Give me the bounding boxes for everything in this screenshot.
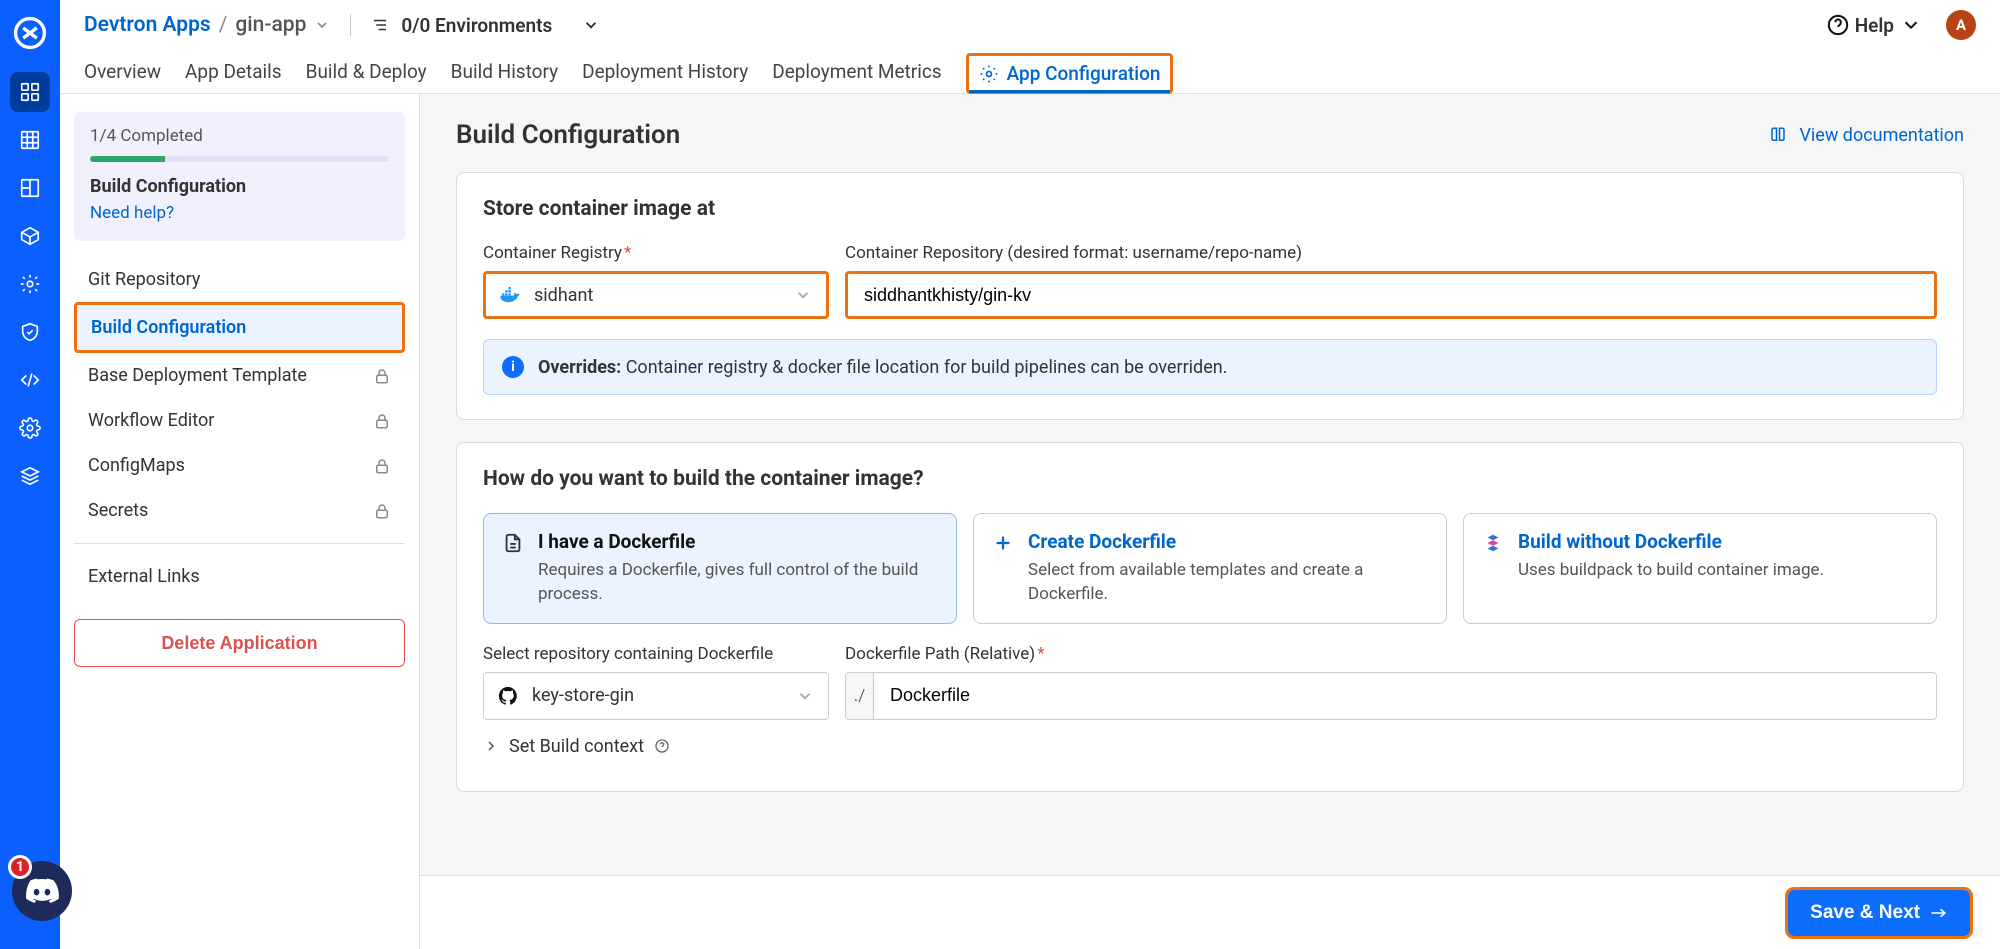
lock-icon (373, 457, 391, 475)
breadcrumb: Devtron Apps / gin-app (84, 13, 330, 37)
sidebar-item-base-deployment-template[interactable]: Base Deployment Template (74, 353, 405, 398)
path-label: Dockerfile Path (Relative)* (845, 644, 1937, 664)
tab-overview[interactable]: Overview (84, 50, 161, 93)
progress-bar (90, 156, 389, 162)
container-registry-select[interactable]: sidhant (483, 271, 829, 319)
store-image-card: Store container image at Container Regis… (456, 172, 1964, 420)
registry-label: Container Registry* (483, 243, 829, 263)
lock-icon (373, 367, 391, 385)
rail-settings-icon[interactable] (10, 408, 50, 448)
view-documentation-link[interactable]: View documentation (1767, 125, 1964, 146)
avatar[interactable]: A (1946, 10, 1976, 40)
dockerfile-path-input[interactable] (873, 672, 1937, 720)
main-panel: Build Configuration View documentation S… (420, 94, 2000, 949)
rail-cube-icon[interactable] (10, 216, 50, 256)
breadcrumb-app: gin-app (235, 13, 306, 37)
chevron-down-icon[interactable] (314, 17, 330, 33)
progress-title: Build Configuration (90, 176, 389, 197)
help-icon (654, 738, 670, 754)
delete-application-button[interactable]: Delete Application (74, 619, 405, 667)
env-selector[interactable]: 0/0 Environments (371, 14, 600, 37)
lock-icon (373, 412, 391, 430)
left-rail: 1 (0, 0, 60, 949)
discord-badge: 1 (8, 855, 32, 879)
plus-icon (992, 532, 1014, 607)
rail-gear-icon[interactable] (10, 264, 50, 304)
set-build-context-toggle[interactable]: Set Build context (483, 736, 1937, 757)
devtron-logo (13, 16, 47, 50)
help-button[interactable]: Help (1827, 14, 1922, 37)
option-create-dockerfile[interactable]: Create Dockerfile Select from available … (973, 513, 1447, 624)
build-method-card: How do you want to build the container i… (456, 442, 1964, 792)
rail-stack-icon[interactable] (10, 456, 50, 496)
tab-build-history[interactable]: Build History (451, 50, 558, 93)
gear-icon (979, 64, 999, 84)
store-heading: Store container image at (483, 197, 1937, 221)
footer-bar: Save & Next (420, 875, 2000, 949)
chevron-right-icon (483, 738, 499, 754)
tab-bar: Overview App Details Build & Deploy Buil… (60, 50, 2000, 94)
github-icon (498, 686, 518, 706)
container-repository-input[interactable] (845, 271, 1937, 319)
sidebar-item-git-repository[interactable]: Git Repository (74, 257, 405, 302)
docker-icon (500, 287, 520, 303)
save-next-button[interactable]: Save & Next (1788, 890, 1970, 936)
option-buildpack[interactable]: Build without Dockerfile Uses buildpack … (1463, 513, 1937, 624)
rail-code-icon[interactable] (10, 360, 50, 400)
need-help-link[interactable]: Need help? (90, 203, 389, 223)
overrides-banner: i Overrides: Container registry & docker… (483, 339, 1937, 395)
lock-icon (373, 502, 391, 520)
sidebar-item-build-configuration[interactable]: Build Configuration (74, 302, 405, 353)
tab-build-deploy[interactable]: Build & Deploy (306, 50, 427, 93)
config-sidebar: 1/4 Completed Build Configuration Need h… (60, 94, 420, 949)
build-heading: How do you want to build the container i… (483, 467, 1937, 491)
tab-deployment-history[interactable]: Deployment History (582, 50, 748, 93)
repo-label: Container Repository (desired format: us… (845, 243, 1937, 263)
path-prefix: ./ (845, 672, 873, 720)
top-bar: Devtron Apps / gin-app 0/0 Environments … (60, 0, 2000, 50)
rail-layout-icon[interactable] (10, 168, 50, 208)
progress-label: 1/4 Completed (90, 126, 389, 146)
tab-app-details[interactable]: App Details (185, 50, 282, 93)
arrow-right-icon (1930, 906, 1948, 920)
breadcrumb-root[interactable]: Devtron Apps (84, 13, 211, 37)
chevron-down-icon (796, 687, 814, 705)
progress-card: 1/4 Completed Build Configuration Need h… (74, 112, 405, 241)
tab-app-configuration[interactable]: App Configuration (966, 53, 1174, 94)
chevron-down-icon (582, 16, 600, 34)
sidebar-item-secrets[interactable]: Secrets (74, 488, 405, 533)
chevron-down-icon (794, 286, 812, 304)
rail-apps-icon[interactable] (10, 72, 50, 112)
file-icon (502, 532, 524, 607)
discord-button[interactable]: 1 (12, 861, 72, 921)
sidebar-item-workflow-editor[interactable]: Workflow Editor (74, 398, 405, 443)
option-have-dockerfile[interactable]: I have a Dockerfile Requires a Dockerfil… (483, 513, 957, 624)
rail-grid-icon[interactable] (10, 120, 50, 160)
info-icon: i (502, 356, 524, 378)
sidebar-item-external-links[interactable]: External Links (74, 554, 405, 599)
tab-deployment-metrics[interactable]: Deployment Metrics (772, 50, 941, 93)
sidebar-item-configmaps[interactable]: ConfigMaps (74, 443, 405, 488)
page-title: Build Configuration (456, 120, 680, 150)
rail-shield-icon[interactable] (10, 312, 50, 352)
repo-select-label: Select repository containing Dockerfile (483, 644, 829, 664)
buildpack-icon (1482, 532, 1504, 607)
repo-select[interactable]: key-store-gin (483, 672, 829, 720)
